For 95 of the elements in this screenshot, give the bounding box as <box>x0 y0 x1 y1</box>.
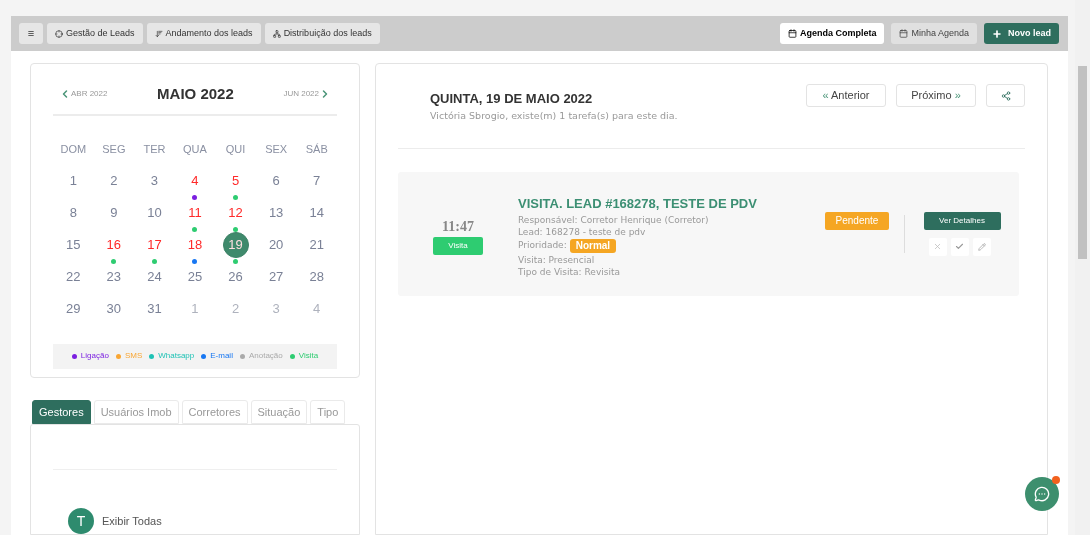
task-title[interactable]: VISITA. LEAD #168278, TESTE DE PDV <box>518 193 825 213</box>
task-detail: Responsável: Corretor Henrique (Corretor) <box>518 214 710 226</box>
details-button[interactable]: Ver Detalhes <box>923 211 1001 230</box>
calendar-day[interactable]: 11 <box>182 199 208 226</box>
calendar-day[interactable]: 4 <box>182 167 208 194</box>
calendar-day[interactable]: 4 <box>303 295 330 322</box>
next-day-button[interactable]: Próximo » <box>896 84 976 107</box>
calendar-day[interactable]: 2 <box>222 295 249 322</box>
calendar-day[interactable]: 28 <box>303 263 330 290</box>
toolbar-button[interactable]: Distribuição dos leads <box>264 23 380 44</box>
target-icon <box>55 29 63 38</box>
chat-icon <box>1034 486 1050 502</box>
next-month-link[interactable]: JUN 2022 <box>283 88 331 100</box>
filter-option[interactable]: Exibir Todas <box>102 512 162 530</box>
calendar-day[interactable]: 25 <box>182 263 208 290</box>
toolbar-button[interactable]: Andamento dos leads <box>146 23 261 44</box>
legend-label: Visita <box>298 350 319 362</box>
calendar-day[interactable]: 6 <box>263 167 290 194</box>
calendar-day[interactable]: 15 <box>60 231 87 258</box>
weekday-label: QUA <box>182 142 208 157</box>
calendar-day[interactable]: 2 <box>100 167 127 194</box>
pencil-icon <box>977 242 986 251</box>
filter-tab[interactable]: Usuários Imob <box>93 400 179 424</box>
previous-month-link[interactable]: ABR 2022 <box>59 88 108 100</box>
share-button[interactable] <box>986 84 1025 107</box>
calendar-day[interactable]: 18 <box>182 231 208 258</box>
weekday-label: DOM <box>59 142 88 157</box>
calendar-icon <box>787 29 797 38</box>
weekday-label: TER <box>142 142 167 157</box>
month-title: MAIO 2022 <box>157 83 234 104</box>
check-icon <box>955 242 964 252</box>
legend-label: SMS <box>124 350 143 362</box>
filter-tab[interactable]: Gestores <box>32 400 91 424</box>
calendar-day[interactable]: 9 <box>100 199 127 226</box>
calendar-day[interactable]: 30 <box>100 295 127 322</box>
share-icon <box>1000 90 1011 101</box>
calendar-day[interactable]: 22 <box>60 263 87 290</box>
task-type-badge: Visita <box>433 237 483 256</box>
calendar-day[interactable]: 20 <box>263 231 290 258</box>
day-title: QUINTA, 19 DE MAIO 2022 <box>430 90 594 108</box>
calendar-icon <box>899 29 909 38</box>
calendar-day[interactable]: 3 <box>263 295 290 322</box>
weekday-label: QUI <box>224 142 247 157</box>
menu-button[interactable]: ≡ <box>19 23 43 44</box>
weekday-label: SÁB <box>304 142 329 157</box>
calendar-day[interactable]: 24 <box>141 263 168 290</box>
calendar-day[interactable]: 1 <box>182 295 208 322</box>
edit-button[interactable] <box>972 237 991 256</box>
task-time: 11:47 <box>442 218 474 237</box>
close-icon <box>933 242 942 252</box>
calendar-day[interactable]: 14 <box>303 199 330 226</box>
weekday-label: SEG <box>101 142 127 157</box>
calendar-day[interactable]: 17 <box>141 231 168 258</box>
priority-badge: Normal <box>569 239 617 253</box>
calendar-day[interactable]: 23 <box>100 263 127 290</box>
calendar-day[interactable]: 19 <box>222 231 249 258</box>
plus-icon <box>992 28 1002 39</box>
calendar-day[interactable]: 16 <box>100 231 127 258</box>
agenda-view-button[interactable]: Minha Agenda <box>891 23 977 44</box>
calendar-day[interactable]: 29 <box>60 295 87 322</box>
legend-label: E-mail <box>210 350 233 362</box>
previous-day-button[interactable]: « Anterior <box>806 84 886 107</box>
calendar-day[interactable]: 27 <box>263 263 290 290</box>
calendar-day[interactable]: 3 <box>141 167 168 194</box>
toolbar-button[interactable]: Gestão de Leads <box>47 23 143 44</box>
status-badge: Pendente <box>825 211 889 230</box>
legend-label: Ligação <box>80 350 109 362</box>
weekday-label: SEX <box>264 142 289 157</box>
calendar-day[interactable]: 10 <box>141 199 168 226</box>
filter-tab[interactable]: Corretores <box>181 400 248 424</box>
calendar-day[interactable]: 26 <box>222 263 249 290</box>
legend-label: Anotação <box>248 350 283 362</box>
scrollbar-thumb[interactable] <box>1078 66 1087 259</box>
filter-tab[interactable]: Tipo <box>310 400 346 424</box>
task-detail: Tipo de Visita: Revisita <box>518 266 621 278</box>
calendar-day[interactable]: 7 <box>303 167 330 194</box>
day-subtitle: Victória Sbrogio, existe(m) 1 tarefa(s) para este dia. <box>430 108 678 123</box>
calendar-day[interactable]: 12 <box>222 199 249 226</box>
calendar-day[interactable]: 31 <box>141 295 168 322</box>
task-detail: Lead: 168278 - teste de pdv <box>518 226 647 238</box>
calendar-day[interactable]: 21 <box>303 231 330 258</box>
task-detail: Visita: Presencial <box>518 254 596 266</box>
calendar-day[interactable]: 8 <box>60 199 87 226</box>
new-lead-button[interactable]: Novo lead <box>984 23 1059 44</box>
calendar-day[interactable]: 5 <box>222 167 249 194</box>
sort-icon <box>154 29 163 38</box>
priority-label: Prioridade: <box>518 239 567 253</box>
legend-label: Whatsapp <box>158 350 195 362</box>
calendar-day[interactable]: 13 <box>263 199 290 226</box>
agenda-view-button[interactable]: Agenda Completa <box>779 23 885 44</box>
confirm-button[interactable] <box>950 237 969 256</box>
close-button[interactable] <box>928 237 947 256</box>
filter-tab[interactable]: Situação <box>250 400 308 424</box>
calendar-day[interactable]: 1 <box>60 167 87 194</box>
hierarchy-icon <box>272 29 281 38</box>
